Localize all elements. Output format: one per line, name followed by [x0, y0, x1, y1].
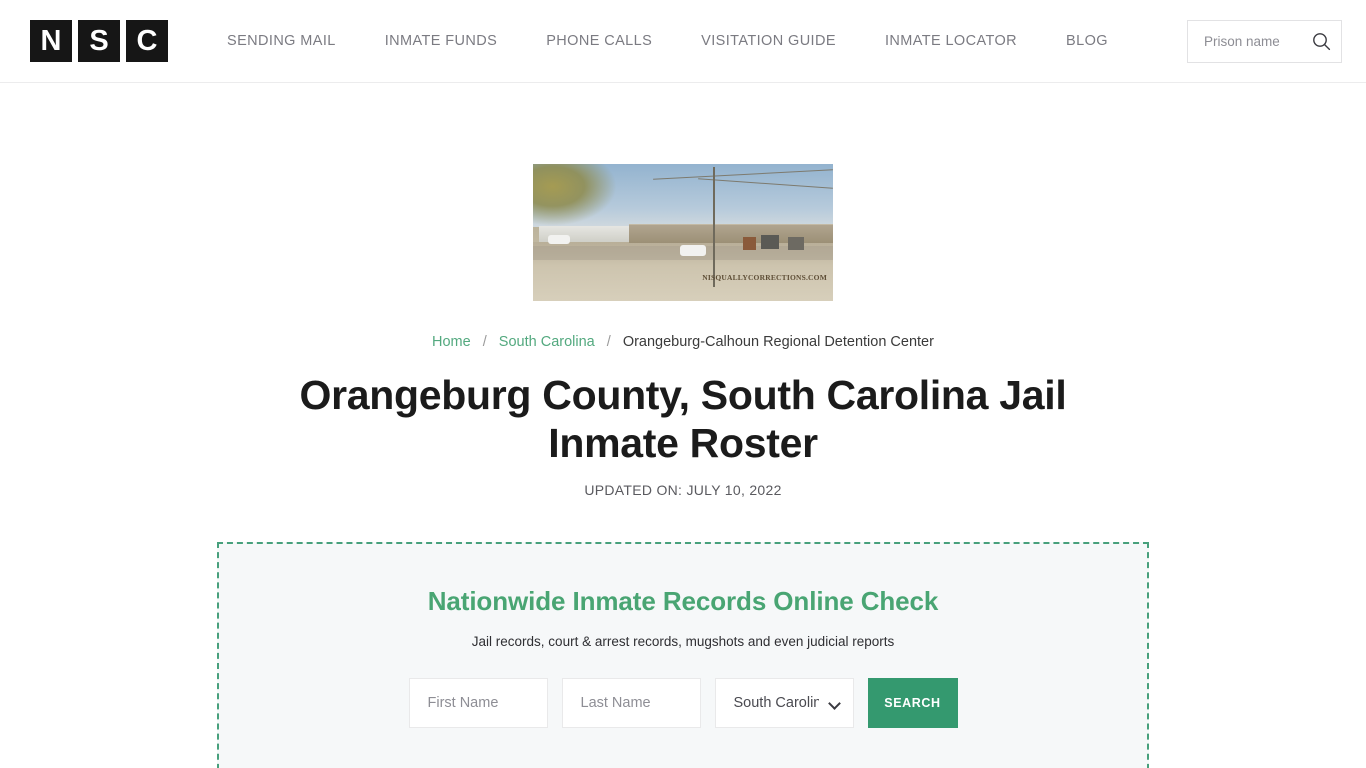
breadcrumb-home[interactable]: Home — [432, 334, 471, 350]
page-title: Orangeburg County, South Carolina Jail I… — [299, 372, 1067, 466]
header-search-box[interactable] — [1187, 20, 1342, 63]
breadcrumb-separator-1: / — [482, 334, 487, 350]
nav-item-visitation-guide[interactable]: VISITATION GUIDE — [701, 23, 836, 59]
photo-utility-pole — [713, 166, 715, 288]
inmate-search-form: South Carolin SEARCH — [219, 678, 1147, 729]
logo-letter-n: N — [30, 20, 72, 62]
photo-dumpster-1 — [761, 235, 779, 250]
state-select-wrap[interactable]: South Carolin — [714, 678, 854, 729]
first-name-input[interactable] — [408, 678, 548, 729]
nsc-logo[interactable]: N S C — [30, 20, 168, 62]
updated-on-text: UPDATED ON: JULY 10, 2022 — [584, 482, 782, 499]
hero-image-wrap: NISQUALLYCORRECTIONS.COM — [0, 83, 1366, 301]
nav-item-inmate-locator[interactable]: INMATE LOCATOR — [885, 23, 1017, 59]
search-submit-button[interactable] — [1312, 32, 1331, 51]
breadcrumb-separator-2: / — [606, 334, 611, 350]
logo-letter-c: C — [126, 20, 168, 62]
photo-car-2 — [680, 244, 706, 256]
nav-item-blog[interactable]: BLOG — [1066, 23, 1108, 59]
photo-tree — [533, 164, 617, 226]
promo-heading: Nationwide Inmate Records Online Check — [427, 586, 939, 617]
breadcrumb-current: Orangeburg-Calhoun Regional Detention Ce… — [622, 334, 934, 350]
site-header: N S C SENDING MAIL INMATE FUNDS PHONE CA… — [0, 0, 1366, 83]
nav-item-sending-mail[interactable]: SENDING MAIL — [227, 23, 336, 59]
inmate-records-search-panel: Nationwide Inmate Records Online Check J… — [217, 542, 1149, 768]
nav-item-phone-calls[interactable]: PHONE CALLS — [546, 23, 652, 59]
nav-item-inmate-funds[interactable]: INMATE FUNDS — [385, 23, 497, 59]
main-navigation: SENDING MAIL INMATE FUNDS PHONE CALLS VI… — [227, 23, 1336, 59]
photo-dumpster-2 — [788, 236, 804, 250]
promo-subheading: Jail records, court & arrest records, mu… — [471, 634, 895, 650]
photo-watermark: NISQUALLYCORRECTIONS.COM — [702, 273, 827, 282]
logo-letter-s: S — [78, 20, 120, 62]
prison-name-input[interactable] — [1202, 33, 1308, 50]
promo-search-button[interactable]: SEARCH — [867, 678, 958, 729]
facility-photo: NISQUALLYCORRECTIONS.COM — [533, 164, 833, 301]
last-name-input[interactable] — [561, 678, 701, 729]
main-content: NISQUALLYCORRECTIONS.COM Home / South Ca… — [0, 83, 1366, 768]
breadcrumb: Home / South Carolina / Orangeburg-Calho… — [0, 334, 1366, 350]
state-select[interactable]: South Carolin — [714, 678, 854, 729]
search-icon — [1313, 33, 1331, 51]
photo-car-1 — [548, 235, 570, 245]
breadcrumb-state[interactable]: South Carolina — [499, 334, 595, 350]
photo-object-1 — [743, 236, 756, 250]
